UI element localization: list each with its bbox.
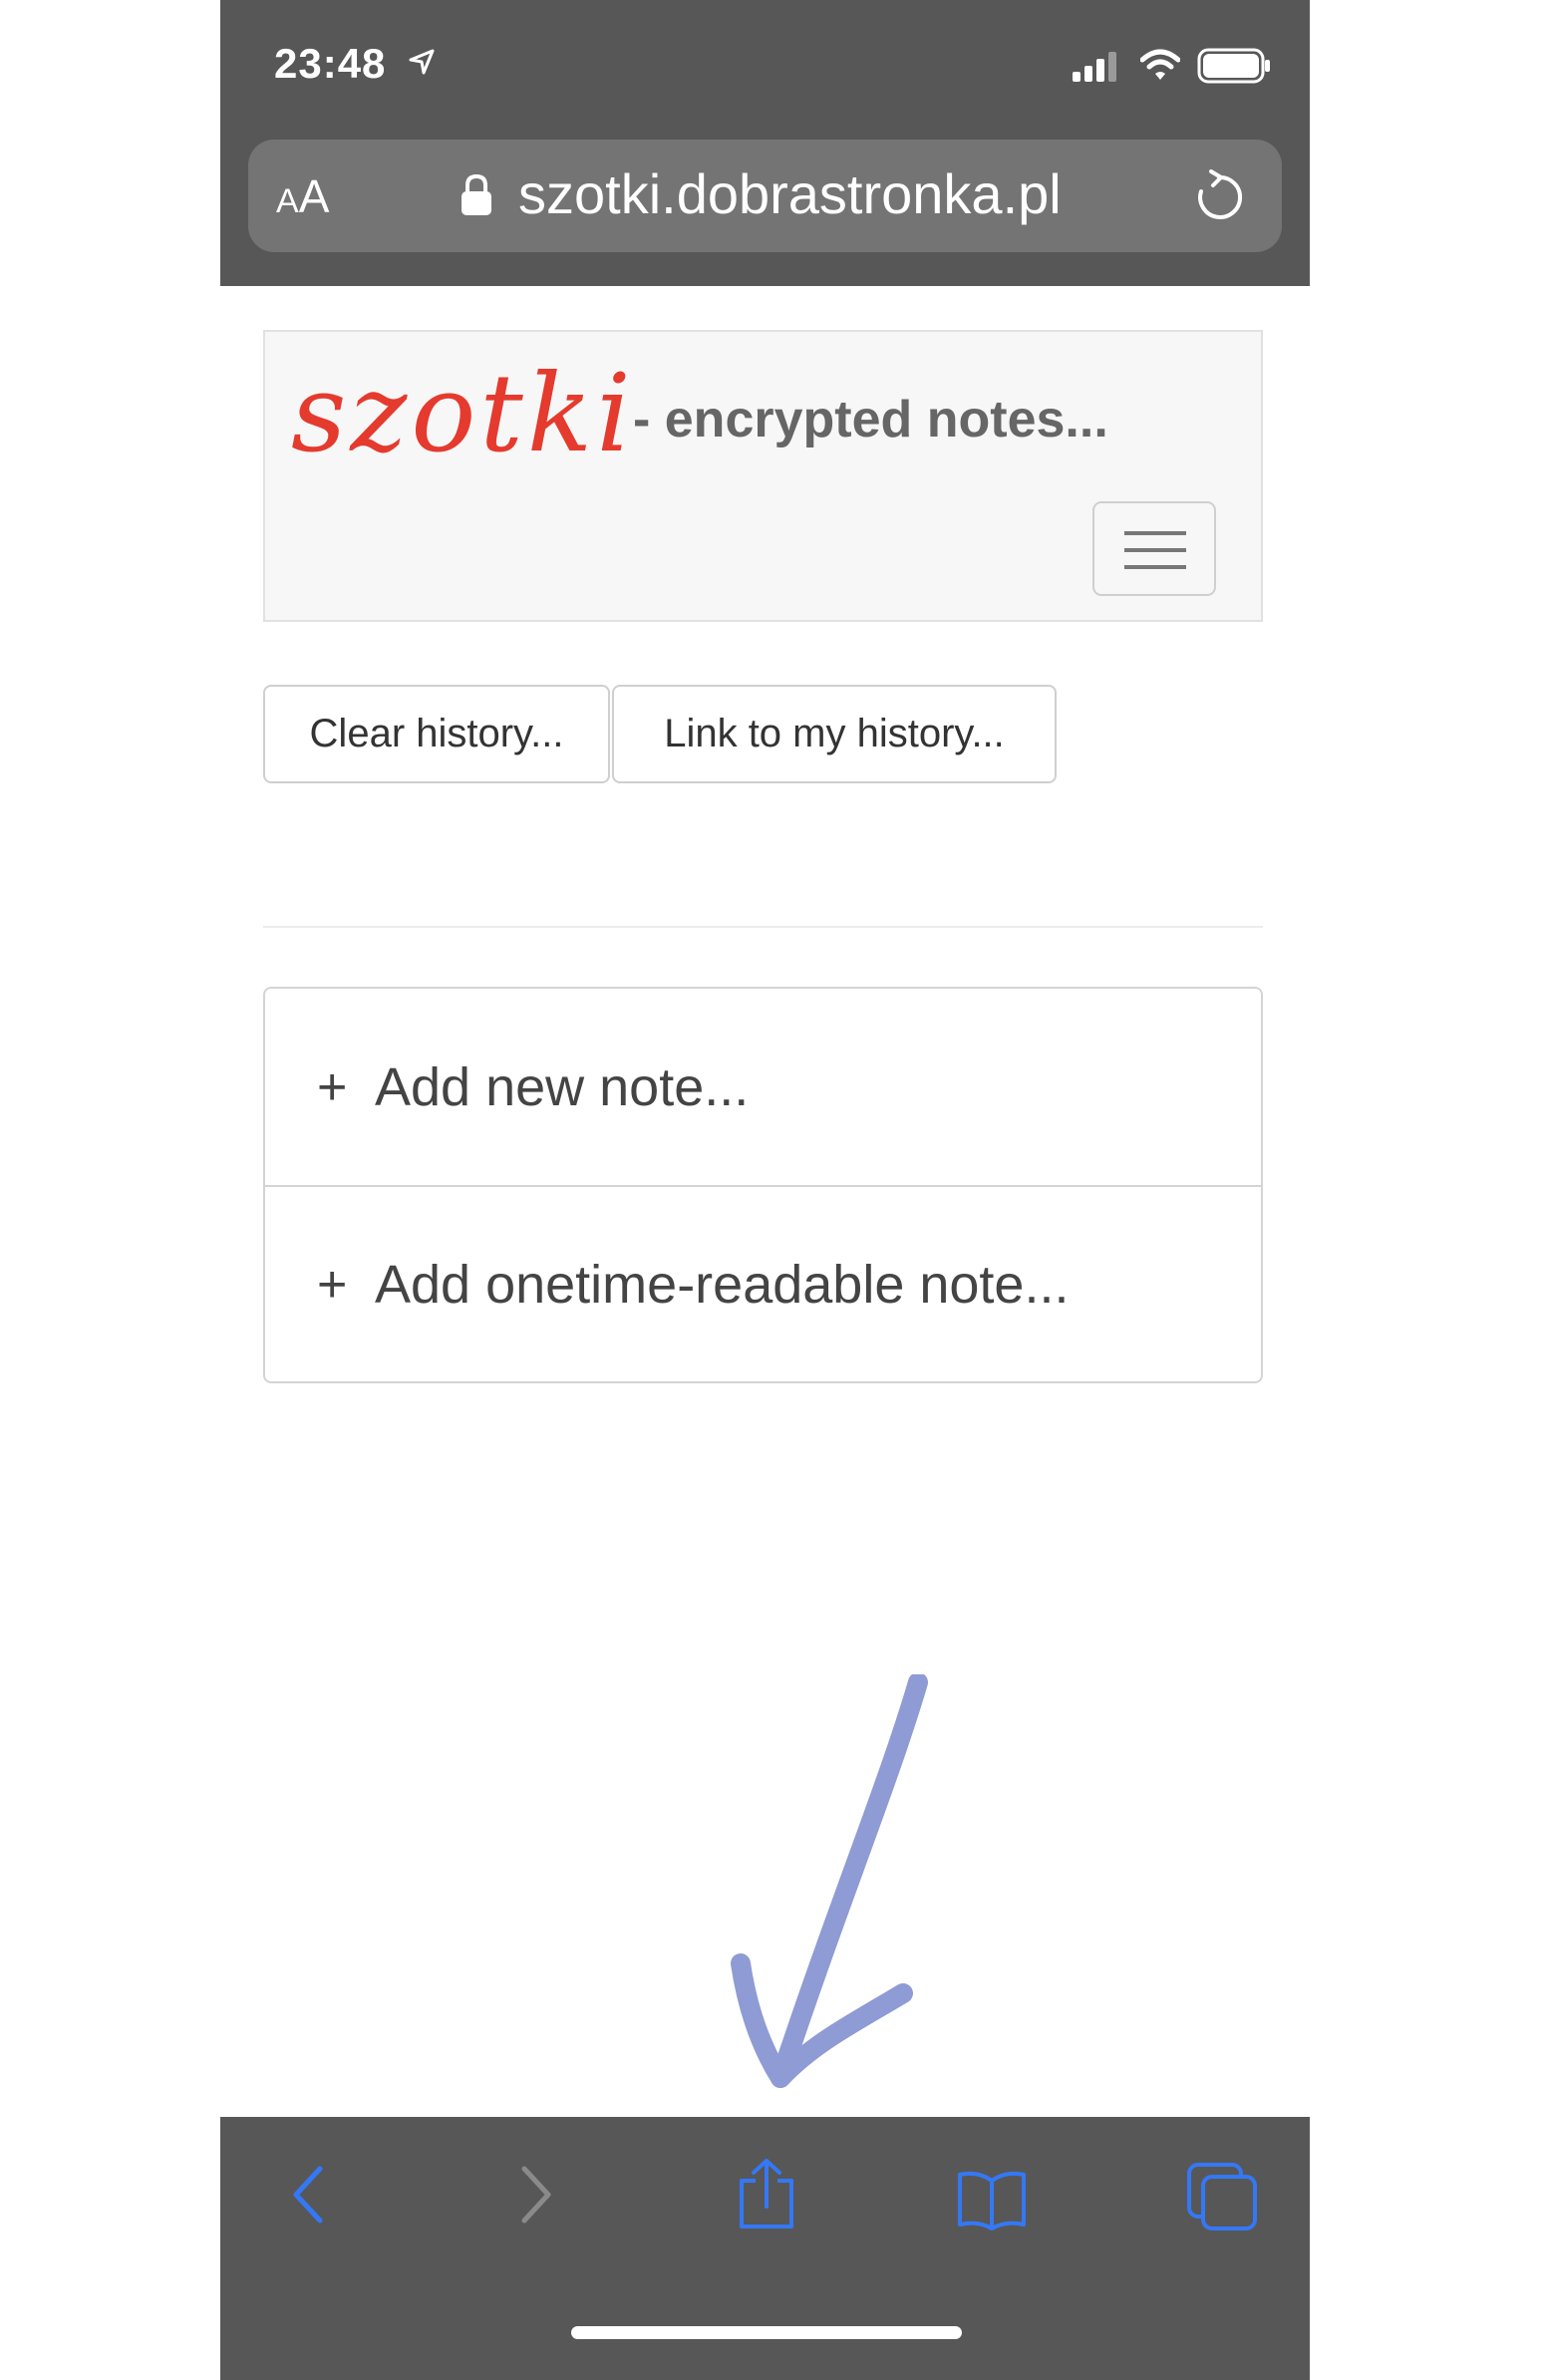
wifi-icon — [1140, 49, 1180, 80]
address-bar[interactable]: AA szotki.dobrastronka.pl — [248, 140, 1282, 252]
add-new-note-item[interactable]: + Add new note... — [265, 989, 1261, 1187]
share-icon[interactable] — [734, 2157, 799, 2231]
hamburger-icon — [1124, 531, 1186, 535]
plus-icon: + — [317, 1057, 348, 1116]
forward-icon[interactable] — [514, 2163, 558, 2227]
battery-icon — [1197, 48, 1270, 84]
text-size-button[interactable]: AA — [276, 169, 329, 223]
bookmarks-icon[interactable] — [956, 2167, 1028, 2231]
add-onetime-note-item[interactable]: + Add onetime-readable note... — [265, 1186, 1261, 1382]
site-header: szotki - encrypted notes... — [263, 330, 1263, 622]
browser-bottom-toolbar — [220, 2117, 1310, 2380]
note-actions-list: + Add new note... + Add onetime-readable… — [263, 987, 1263, 1383]
reload-icon[interactable] — [1193, 169, 1245, 223]
site-tagline: - encrypted notes... — [633, 391, 1108, 448]
status-time: 23:48 — [274, 40, 387, 87]
add-onetime-note-label: Add onetime-readable note... — [375, 1254, 1070, 1315]
lock-icon — [462, 173, 491, 215]
plus-icon: + — [317, 1255, 348, 1314]
location-arrow-icon — [409, 49, 435, 75]
annotation-arrow-icon — [731, 1674, 928, 2088]
clear-history-button[interactable]: Clear history... — [263, 685, 610, 783]
szotki-logo[interactable]: szotki — [291, 352, 635, 476]
url-text[interactable]: szotki.dobrastronka.pl — [518, 161, 1062, 226]
signal-icon — [1073, 52, 1116, 82]
phone-screen: 23:48 AA szotki.dobrastronka.pl szotki -… — [220, 0, 1310, 2380]
back-icon[interactable] — [286, 2163, 330, 2227]
divider — [263, 926, 1263, 928]
home-indicator[interactable] — [571, 2326, 962, 2339]
browser-top-bar: 23:48 AA szotki.dobrastronka.pl — [220, 0, 1310, 286]
tabs-icon[interactable] — [1185, 2161, 1259, 2232]
add-new-note-label: Add new note... — [375, 1056, 750, 1117]
menu-toggle-button[interactable] — [1092, 501, 1216, 596]
link-to-history-button[interactable]: Link to my history... — [612, 685, 1057, 783]
